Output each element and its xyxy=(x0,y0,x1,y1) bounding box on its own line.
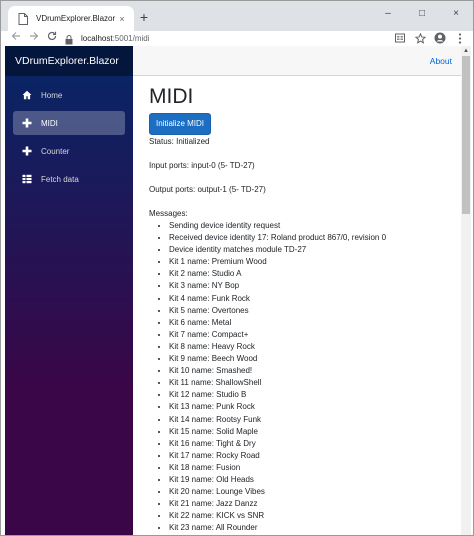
list-item: Kit 24 name: BubingaSharp xyxy=(169,534,445,535)
address-bar[interactable]: localhost:5001/midi xyxy=(65,31,433,45)
list-item: Kit 3 name: NY Bop xyxy=(169,280,445,292)
scroll-thumb[interactable] xyxy=(462,56,470,214)
list-item: Kit 19 name: Old Heads xyxy=(169,474,445,486)
list-item: Kit 18 name: Fusion xyxy=(169,462,445,474)
sidebar-item-label: Fetch data xyxy=(41,174,79,184)
page-favicon-icon xyxy=(17,12,29,25)
list-item: Received device identity 17: Roland prod… xyxy=(169,232,445,244)
back-button[interactable] xyxy=(10,31,22,43)
sidebar-item-home[interactable]: Home xyxy=(13,83,125,107)
sidebar-item-counter[interactable]: Counter xyxy=(13,139,125,163)
list-item: Sending device identity request xyxy=(169,220,445,232)
sidebar-item-label: Counter xyxy=(41,146,70,156)
input-ports-text: Input ports: input-0 (5- TD-27) xyxy=(149,161,255,170)
url-text: localhost:5001/midi xyxy=(81,33,150,43)
sidebar-item-label: Home xyxy=(41,90,63,100)
list-item: Device identity matches module TD-27 xyxy=(169,244,445,256)
messages-label: Messages: xyxy=(149,209,188,218)
scroll-up-arrow-icon[interactable]: ▲ xyxy=(461,46,471,56)
maximize-button[interactable]: □ xyxy=(405,1,439,25)
sidebar-item-label: MIDI xyxy=(41,118,58,128)
page-scrollbar[interactable]: ▲ xyxy=(461,46,471,535)
list-item: Kit 14 name: Rootsy Funk xyxy=(169,414,445,426)
forward-arrow-icon xyxy=(30,32,39,40)
browser-menu-icon[interactable] xyxy=(453,31,467,45)
tab-title: VDrumExplorer.Blazor xyxy=(36,14,116,23)
forward-button[interactable] xyxy=(28,31,40,43)
reload-icon xyxy=(47,31,57,41)
sidebar-item-midi[interactable]: MIDI xyxy=(13,111,125,135)
list-icon xyxy=(21,173,33,185)
window-controls: – □ × xyxy=(371,1,473,25)
list-item: Kit 2 name: Studio A xyxy=(169,268,445,280)
list-item: Kit 20 name: Lounge Vibes xyxy=(169,486,445,498)
list-item: Kit 16 name: Tight & Dry xyxy=(169,438,445,450)
list-item: Kit 7 name: Compact+ xyxy=(169,329,445,341)
sidebar: VDrumExplorer.Blazor Home MIDI Counter F… xyxy=(5,46,133,535)
midi-page: MIDI Initialize MIDI Status: Initialized… xyxy=(133,76,461,535)
list-item: Kit 8 name: Heavy Rock xyxy=(169,341,445,353)
page-viewport: VDrumExplorer.Blazor Home MIDI Counter F… xyxy=(5,46,471,535)
initialize-midi-button[interactable]: Initialize MIDI xyxy=(149,113,212,135)
sidebar-item-fetch-data[interactable]: Fetch data xyxy=(13,167,125,191)
app-brand[interactable]: VDrumExplorer.Blazor xyxy=(5,46,133,76)
list-item: Kit 5 name: Overtones xyxy=(169,305,445,317)
plus-icon xyxy=(21,117,33,129)
home-icon xyxy=(21,89,33,101)
messages-list: Sending device identity requestReceived … xyxy=(149,220,445,535)
plus-icon xyxy=(21,145,33,157)
lock-icon xyxy=(65,32,75,45)
toolbar-actions xyxy=(393,31,467,45)
minimize-button[interactable]: – xyxy=(371,1,405,25)
list-item: Kit 22 name: KICK vs SNR xyxy=(169,510,445,522)
browser-toolbar: localhost:5001/midi xyxy=(1,31,473,45)
tab-close-icon[interactable]: × xyxy=(116,14,128,24)
list-item: Kit 13 name: Punk Rock xyxy=(169,401,445,413)
list-item: Kit 17 name: Rocky Road xyxy=(169,450,445,462)
list-item: Kit 21 name: Jazz Danzz xyxy=(169,498,445,510)
browser-window: VDrumExplorer.Blazor × + – □ × localhost… xyxy=(0,0,474,536)
list-item: Kit 15 name: Solid Maple xyxy=(169,426,445,438)
list-item: Kit 12 name: Studio B xyxy=(169,389,445,401)
list-item: Kit 4 name: Funk Rock xyxy=(169,293,445,305)
list-item: Kit 11 name: ShallowShell xyxy=(169,377,445,389)
top-row: About xyxy=(133,46,461,76)
about-link[interactable]: About xyxy=(430,56,452,66)
list-item: Kit 6 name: Metal xyxy=(169,317,445,329)
page-title: MIDI xyxy=(149,85,194,108)
output-ports-text: Output ports: output-1 (5- TD-27) xyxy=(149,185,266,194)
tab-strip: VDrumExplorer.Blazor × + – □ × xyxy=(1,1,473,31)
reading-mode-icon[interactable] xyxy=(393,31,407,45)
bookmark-star-icon[interactable] xyxy=(413,31,427,45)
browser-tab[interactable]: VDrumExplorer.Blazor × xyxy=(8,6,134,31)
new-tab-button[interactable]: + xyxy=(137,10,151,24)
status-text: Status: Initialized xyxy=(149,137,210,146)
close-window-button[interactable]: × xyxy=(439,1,473,25)
list-item: Kit 23 name: All Rounder xyxy=(169,522,445,534)
list-item: Kit 9 name: Beech Wood xyxy=(169,353,445,365)
list-item: Kit 10 name: Smashed! xyxy=(169,365,445,377)
nav-menu: Home MIDI Counter Fetch data xyxy=(5,76,133,191)
main-content: About MIDI Initialize MIDI Status: Initi… xyxy=(133,46,461,535)
reload-button[interactable] xyxy=(46,31,58,43)
list-item: Kit 1 name: Premium Wood xyxy=(169,256,445,268)
profile-avatar-icon[interactable] xyxy=(433,31,447,45)
back-arrow-icon xyxy=(11,32,20,40)
